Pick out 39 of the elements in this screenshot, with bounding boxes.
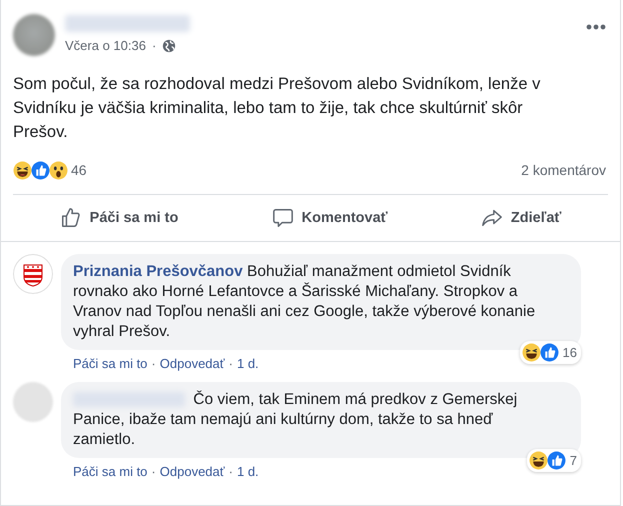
reaction-summary[interactable]: 7 (526, 449, 581, 472)
reaction-summary[interactable]: 16 (520, 341, 581, 364)
separator: · (152, 38, 156, 53)
comment-time[interactable]: 1 d. (236, 356, 259, 371)
reaction-count: 7 (570, 453, 577, 468)
separator: · (228, 356, 233, 371)
thumbs-up-icon (546, 451, 566, 470)
avatar[interactable] (13, 14, 55, 56)
post-text: Som počul, že sa rozhodoval medzi Prešovom alebo Svidníkom, lenže v Svidníku je väčšia kriminalita, lebo tam to žije, tak chce skultúrniť skôr Prešov. (13, 74, 542, 143)
separator: · (228, 464, 233, 479)
comment-count[interactable]: 2 komentárov (521, 162, 606, 178)
laughing-emoji-icon (528, 451, 548, 470)
comment-text: Priznania Prešovčanov Bohužiaľ manažment odmietol Svidník rovnako ako Horné Lefantovce a Šarisské Michaľany. Stropkov a Vranov nad Topľou nenašli ani cez Google, takže výberové konanie vyhral Prešov. (73, 262, 536, 342)
reaction-count: 16 (562, 345, 577, 360)
like-link[interactable]: Páči sa mi to (73, 356, 148, 371)
comment-author[interactable]: Priznania Prešovčanov (73, 263, 243, 280)
comment-text: Čo viem, tak Eminem má predkov z Gemerskej Panice, ibaže tam nemajú ani kultúrny dom, takže to sa hneď zamietlo. (73, 390, 518, 450)
post-time[interactable]: Včera o 10:36 (65, 38, 146, 53)
separator: · (151, 464, 156, 479)
share-icon (480, 207, 503, 229)
thumbs-up-icon (60, 207, 82, 229)
separator: · (151, 356, 156, 371)
speech-bubble-icon (272, 207, 294, 229)
share-button[interactable]: Zdieľať (470, 203, 572, 233)
more-icon[interactable] (586, 24, 606, 30)
globe-icon (162, 38, 176, 52)
reply-link[interactable]: Odpovedať (160, 356, 225, 371)
page-logo-icon[interactable] (13, 254, 53, 294)
thumbs-up-icon[interactable] (31, 160, 50, 180)
surprised-emoji-icon[interactable] (49, 160, 68, 180)
reply-link[interactable]: Odpovedať (160, 464, 225, 479)
reaction-count[interactable]: 46 (71, 162, 87, 178)
like-button[interactable]: Páči sa mi to (50, 203, 188, 233)
thumbs-up-icon (540, 343, 559, 362)
laughing-emoji-icon (522, 343, 541, 362)
laughing-emoji-icon[interactable] (13, 160, 32, 180)
comment-button[interactable]: Komentovať (262, 203, 398, 233)
like-link[interactable]: Páči sa mi to (73, 464, 148, 479)
comment-time[interactable]: 1 d. (236, 464, 259, 479)
